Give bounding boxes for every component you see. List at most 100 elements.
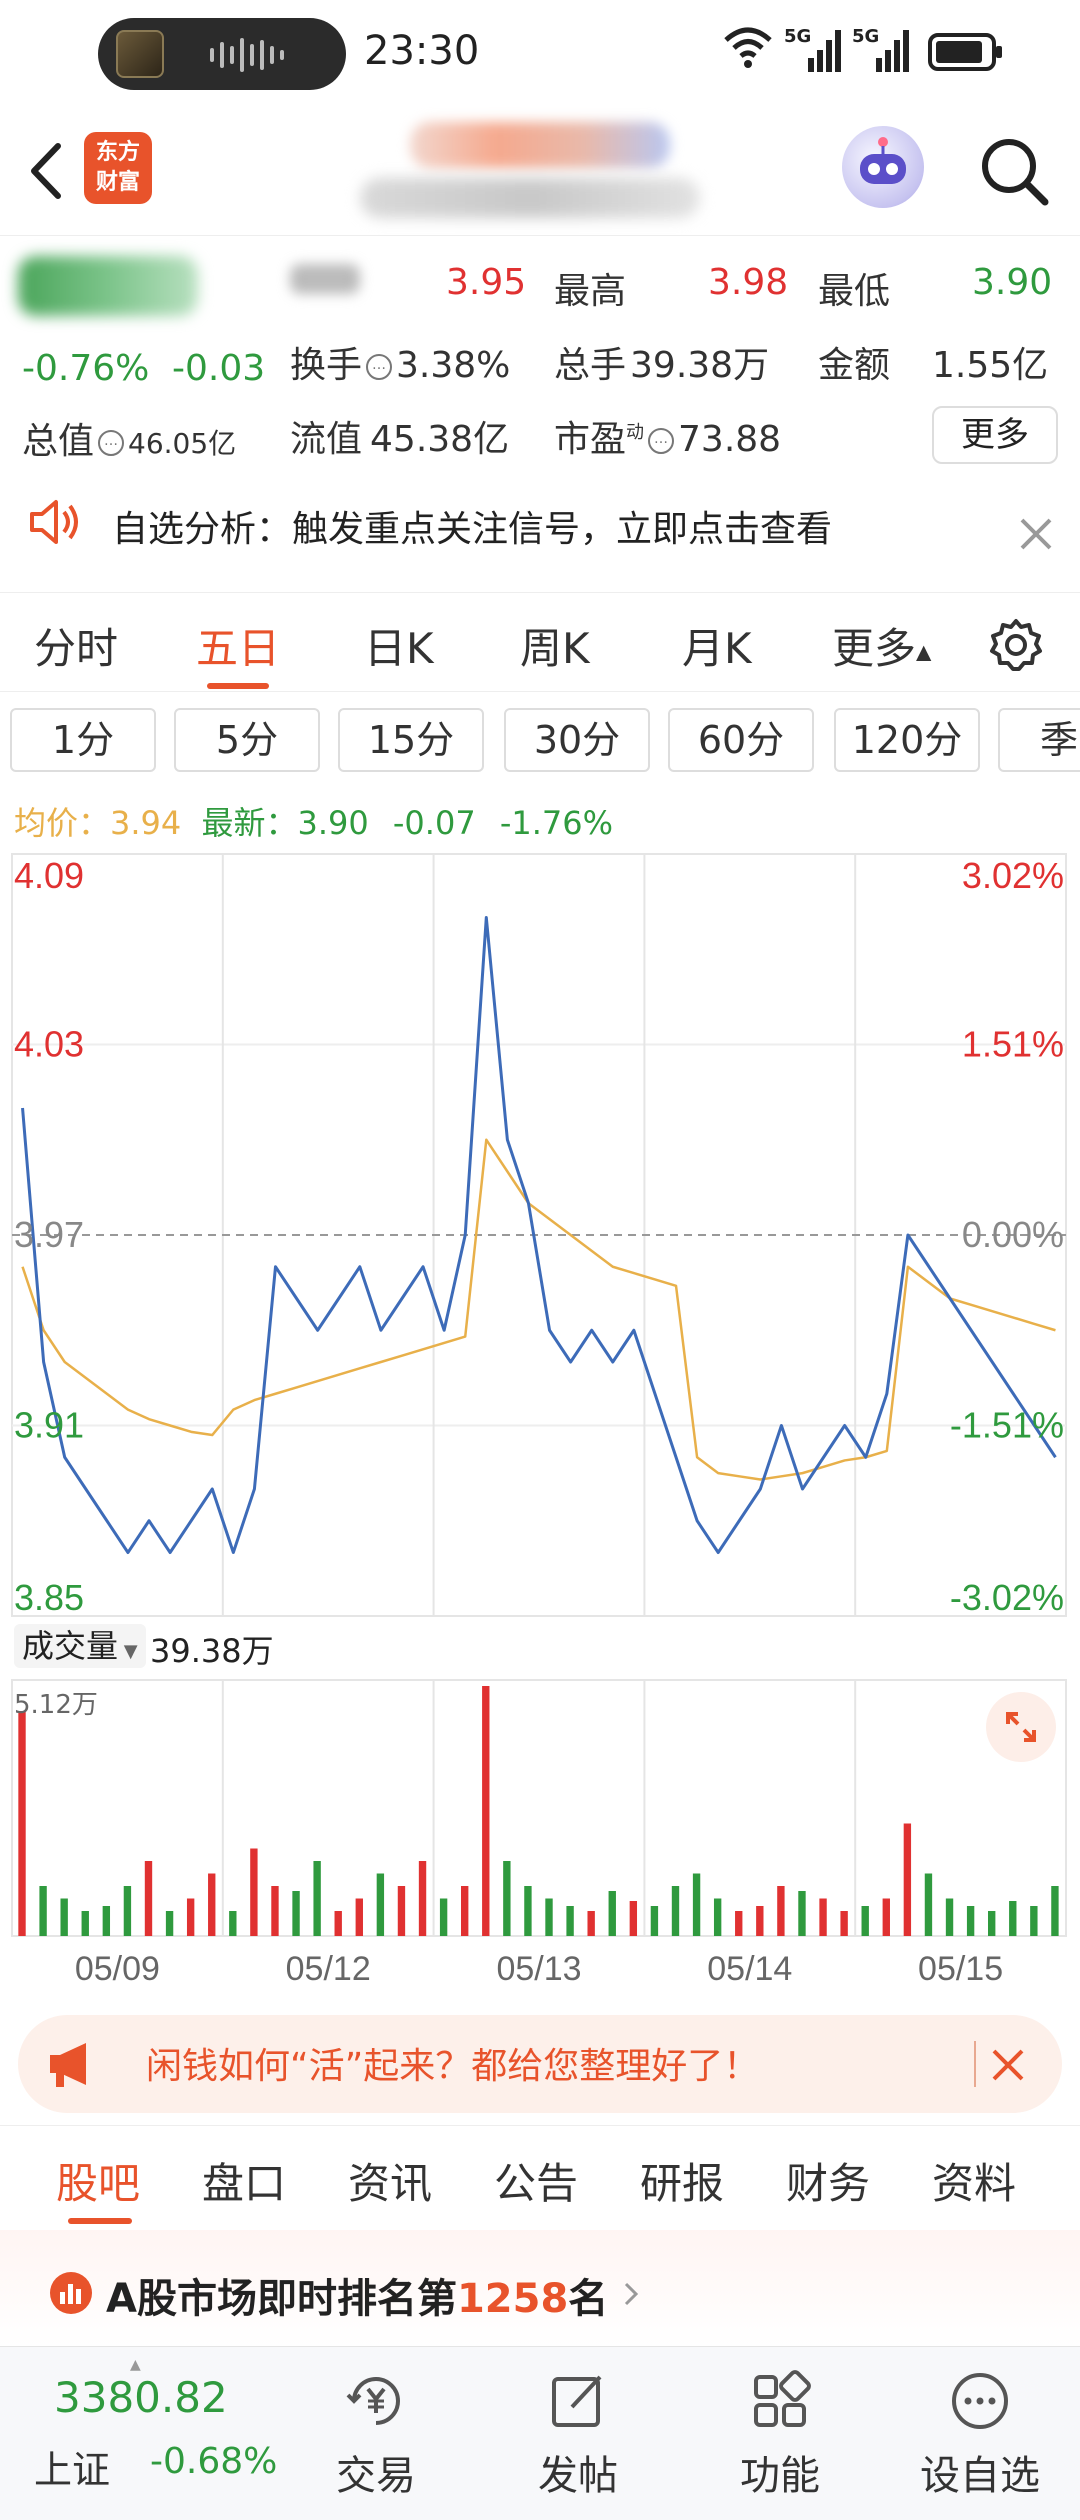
nav-functions[interactable]: 功能 [700,2443,860,2501]
chart-tabs: 分时 五日 日K 周K 月K 更多▲ [0,592,1080,692]
last-pct: -1.76% [499,804,614,842]
assistant-robot-icon[interactable] [842,126,924,208]
compose-icon[interactable] [546,2369,610,2433]
tab-intraday[interactable]: 分时 [34,615,118,676]
volume-bar [566,1906,574,1936]
tab-financials[interactable]: 财务 [786,2150,870,2211]
tab-orderbook[interactable]: 盘口 [202,2150,286,2211]
close-icon[interactable] [990,2047,1026,2083]
close-icon[interactable] [1018,516,1054,552]
avg-label: 均价： [14,804,111,842]
amount-label: 金额 [818,345,891,386]
price-tick-label: 4.03 [14,1024,84,1065]
volume-bar [334,1911,342,1936]
bottom-nav: 3380.82 ▲ 上证 -0.68% 交易 发帖 功能 设自选 [0,2346,1080,2520]
settings-gear-icon[interactable] [988,617,1044,673]
period-1m[interactable]: 1分 [10,708,156,772]
volume-bar [692,1873,701,1936]
index-name: 上证 [34,2448,111,2492]
volume-bar [313,1861,321,1936]
info-icon[interactable]: … [366,354,393,380]
volume-bar [545,1898,553,1936]
price-tick-label: 4.09 [14,855,84,896]
period-5m[interactable]: 5分 [174,708,320,772]
volume-bar [229,1911,237,1936]
volume-bar [819,1898,827,1936]
price-tick-label: 3.85 [14,1577,84,1618]
volume-bar [903,1823,912,1936]
mktcap-label: 总值… 46.05亿 [22,412,236,464]
search-icon[interactable] [975,132,1055,212]
caret-up-icon: ▲ [130,2357,141,2373]
market-rank-banner[interactable]: A股市场即时排名第1258名 [0,2230,1080,2346]
tab-monthly-k[interactable]: 月K [682,615,752,676]
last-change: -0.07 [392,804,476,842]
tab-research[interactable]: 研报 [640,2150,724,2211]
open-value: 3.95 [446,262,527,303]
tab-daily-k[interactable]: 日K [364,615,434,676]
more-button[interactable]: 更多 [932,406,1058,464]
change-pct: -0.76% [22,348,150,389]
date-label: 05/12 [286,1950,371,1988]
period-30m[interactable]: 30分 [504,708,650,772]
tab-news[interactable]: 资讯 [348,2150,432,2211]
pct-tick-label: -1.51% [950,1405,1064,1446]
volume-row: 总手 39.38万 [554,336,769,388]
period-120m[interactable]: 120分 [834,708,980,772]
period-15m[interactable]: 15分 [338,708,484,772]
volume-bar [798,1891,806,1936]
volume-total: 39.38万 [150,1632,274,1670]
tab-forum[interactable]: 股吧 [56,2150,140,2211]
rank-icon [50,2272,92,2314]
five-day-chart[interactable]: 4.09 4.03 3.97 3.91 3.85 3.02% 1.51% 0.00% -1.51… [0,846,1080,2006]
alert-banner[interactable]: 自选分析：触发重点关注信号，立即点击查看 [0,486,1080,586]
nav-add-watchlist[interactable]: 设自选 [900,2443,1060,2501]
megaphone-icon [50,2043,86,2087]
volume-bar [60,1898,68,1936]
tab-five-day[interactable]: 五日 [196,615,280,676]
trade-yen-icon[interactable] [344,2369,408,2433]
media-pill[interactable] [98,18,346,90]
period-60m[interactable]: 60分 [668,708,814,772]
volume-bar [418,1861,427,1936]
high-label: 最高 [554,271,627,312]
media-thumbnail [116,30,164,78]
promo-banner[interactable]: 闲钱如何“活”起来？都给您整理好了！ [18,2015,1062,2113]
back-icon[interactable] [22,138,72,204]
info-icon[interactable]: … [98,430,125,456]
clock: 23:30 [364,28,480,74]
tab-announcements[interactable]: 公告 [494,2150,578,2211]
volume-bar [186,1898,195,1936]
volume-indicator-select[interactable]: 成交量 ▼ [14,1624,146,1668]
info-icon[interactable]: … [648,428,675,454]
index-value[interactable]: 3380.82 [54,2373,228,2422]
nav-post[interactable]: 发帖 [498,2443,658,2501]
stock-name-blurred [410,122,670,168]
volume-bar [503,1861,511,1936]
period-quarter[interactable]: 季 [998,708,1080,772]
volume-bar [271,1886,279,1936]
pct-tick-label: 0.00% [962,1214,1064,1255]
volume-bar [629,1901,638,1936]
logo-line1: 东方 [95,140,140,165]
low-value: 3.90 [972,262,1053,303]
pe-value: 73.88 [678,419,782,460]
more-dots-icon[interactable] [948,2369,1012,2433]
apps-grid-icon[interactable] [748,2369,812,2433]
volume-bar [81,1911,89,1936]
date-label: 05/15 [918,1950,1003,1988]
tab-more[interactable]: 更多▲ [832,615,931,676]
speaker-icon [30,500,78,544]
tab-profile[interactable]: 资料 [932,2150,1016,2211]
period-buttons: 1分 5分 15分 30分 60分 120分 季 [0,700,1080,780]
volume-bar [376,1873,385,1936]
tab-weekly-k[interactable]: 周K [520,615,590,676]
float-row: 流值 45.38亿 [290,410,509,462]
change-value: -0.03 [172,348,266,389]
pct-tick-label: 1.51% [962,1024,1064,1065]
volume-bar [123,1886,132,1936]
rank-number: 1258 [456,2276,569,2322]
expand-button[interactable] [986,1692,1056,1762]
nav-trade[interactable]: 交易 [296,2443,456,2501]
pe-sup: 动 [626,422,645,443]
